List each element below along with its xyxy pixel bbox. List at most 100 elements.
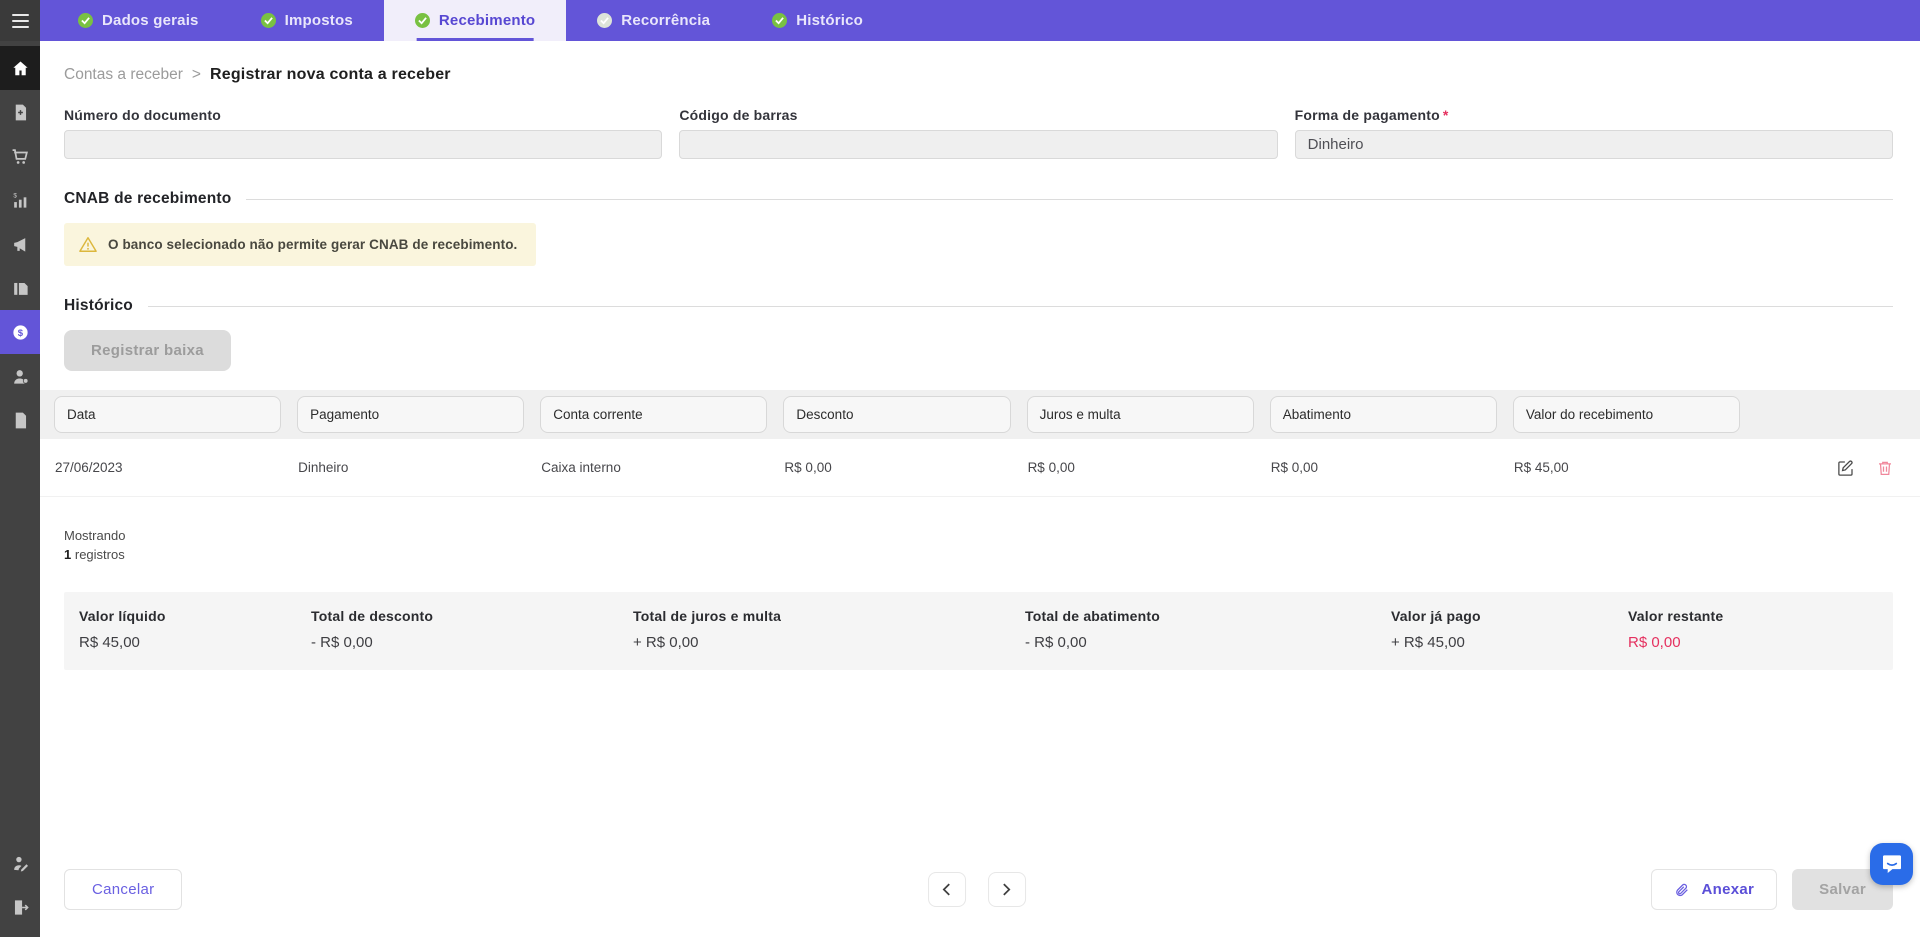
summary-value: - R$ 0,00 <box>1025 634 1381 651</box>
previous-page-button[interactable] <box>928 872 966 907</box>
registrar-baixa-button[interactable]: Registrar baixa <box>64 330 231 371</box>
check-circle-icon <box>415 13 430 28</box>
sidebar-spacer <box>0 442 40 841</box>
summary-total-desconto: Total de desconto - R$ 0,00 <box>311 608 633 651</box>
summary-value-restante: R$ 0,00 <box>1628 634 1873 651</box>
tab-historico[interactable]: Histórico <box>741 0 894 41</box>
top-tab-bar: Dados gerais Impostos Recebimento Recorr… <box>0 0 1920 41</box>
cnab-warning-banner: O banco selecionado não permite gerar CN… <box>64 223 536 266</box>
sidebar-item-reports[interactable] <box>0 266 40 310</box>
cell-data: 27/06/2023 <box>54 460 281 475</box>
documents-icon <box>11 279 30 298</box>
attach-button[interactable]: Anexar <box>1651 869 1777 910</box>
sidebar-item-profile-edit[interactable] <box>0 841 40 885</box>
hamburger-menu-button[interactable] <box>0 0 40 41</box>
column-header-desconto[interactable]: Desconto <box>783 396 1010 433</box>
sidebar-item-new-document[interactable] <box>0 90 40 134</box>
cell-juros-multa: R$ 0,00 <box>1027 460 1254 475</box>
tab-label: Impostos <box>285 12 353 29</box>
summary-total-abatimento: Total de abatimento - R$ 0,00 <box>1025 608 1391 651</box>
edit-pencil-icon <box>1837 459 1855 477</box>
historico-section-header: Histórico <box>64 297 1893 315</box>
totals-summary-bar: Valor líquido R$ 45,00 Total de desconto… <box>64 592 1893 670</box>
receipts-table: Data Pagamento Conta corrente Desconto J… <box>40 390 1920 497</box>
file-icon <box>11 411 30 430</box>
column-header-pagamento[interactable]: Pagamento <box>297 396 524 433</box>
delete-row-button[interactable] <box>1876 459 1894 477</box>
check-circle-icon <box>772 13 787 28</box>
sidebar-item-sales[interactable]: $ <box>0 178 40 222</box>
footer-action-bar: Cancelar Anexar Salvar <box>64 869 1893 910</box>
trash-icon <box>1876 459 1894 477</box>
file-plus-icon <box>11 103 30 122</box>
showing-label: Mostrando <box>64 527 1893 546</box>
column-header-valor-recebimento[interactable]: Valor do recebimento <box>1513 396 1740 433</box>
summary-value: - R$ 0,00 <box>311 634 623 651</box>
user-gear-icon <box>11 367 30 386</box>
main-content: Contas a receber > Registrar nova conta … <box>40 41 1920 937</box>
chat-bubble-icon <box>1880 852 1904 876</box>
cancel-button[interactable]: Cancelar <box>64 869 182 910</box>
forma-pagamento-input[interactable] <box>1295 130 1893 159</box>
codigo-barras-input[interactable] <box>679 130 1277 159</box>
summary-value: + R$ 45,00 <box>1391 634 1618 651</box>
edit-row-button[interactable] <box>1837 459 1855 477</box>
wizard-tabs: Dados gerais Impostos Recebimento Recorr… <box>47 0 894 41</box>
tab-label: Recorrência <box>621 12 710 29</box>
svg-text:$: $ <box>17 327 23 338</box>
tab-dados-gerais[interactable]: Dados gerais <box>47 0 230 41</box>
sidebar-item-logout[interactable] <box>0 885 40 929</box>
forma-pagamento-label: Forma de pagamento <box>1295 107 1440 123</box>
cart-icon <box>11 147 30 166</box>
sidebar-item-marketing[interactable] <box>0 222 40 266</box>
next-page-button[interactable] <box>988 872 1026 907</box>
summary-total-juros-multa: Total de juros e multa + R$ 0,00 <box>633 608 1025 651</box>
column-header-abatimento[interactable]: Abatimento <box>1270 396 1497 433</box>
row-actions <box>1756 459 1906 477</box>
column-header-juros-multa[interactable]: Juros e multa <box>1027 396 1254 433</box>
showing-count: 1 <box>64 547 71 562</box>
showing-suffix: registros <box>75 547 125 562</box>
sidebar-item-financial[interactable]: $ <box>0 310 40 354</box>
results-count: Mostrando 1 registros <box>64 527 1893 565</box>
cnab-section-title: CNAB de recebimento <box>64 190 231 208</box>
column-header-data[interactable]: Data <box>54 396 281 433</box>
summary-valor-ja-pago: Valor já pago + R$ 45,00 <box>1391 608 1628 651</box>
logout-icon <box>11 898 30 917</box>
paperclip-icon <box>1674 882 1690 898</box>
cell-desconto: R$ 0,00 <box>783 460 1010 475</box>
check-circle-icon <box>261 13 276 28</box>
summary-label: Valor restante <box>1628 608 1873 624</box>
summary-valor-liquido: Valor líquido R$ 45,00 <box>79 608 311 651</box>
breadcrumb-parent-link[interactable]: Contas a receber <box>64 66 183 84</box>
numero-documento-input[interactable] <box>64 130 662 159</box>
column-header-actions <box>1756 396 1906 433</box>
user-edit-icon <box>11 854 30 873</box>
summary-label: Valor líquido <box>79 608 301 624</box>
sidebar-item-home[interactable] <box>0 46 40 90</box>
historico-section-title: Histórico <box>64 297 133 315</box>
field-numero-documento: Número do documento <box>64 107 662 159</box>
sidebar-item-purchases[interactable] <box>0 134 40 178</box>
left-nav-sidebar: $ $ <box>0 41 40 937</box>
tab-impostos[interactable]: Impostos <box>230 0 384 41</box>
divider <box>246 199 1893 200</box>
summary-valor-restante: Valor restante R$ 0,00 <box>1628 608 1883 651</box>
tab-label: Recebimento <box>439 12 535 29</box>
tab-label: Dados gerais <box>102 12 199 29</box>
numero-documento-label: Número do documento <box>64 107 662 123</box>
pagination <box>928 872 1026 907</box>
sidebar-item-documents[interactable] <box>0 398 40 442</box>
summary-label: Total de juros e multa <box>633 608 1015 624</box>
sidebar-item-user-settings[interactable] <box>0 354 40 398</box>
divider <box>148 306 1893 307</box>
tab-recebimento[interactable]: Recebimento <box>384 0 566 41</box>
summary-label: Total de abatimento <box>1025 608 1381 624</box>
attach-button-label: Anexar <box>1701 881 1754 898</box>
sales-chart-icon: $ <box>11 191 30 210</box>
svg-text:$: $ <box>13 192 17 199</box>
column-header-conta-corrente[interactable]: Conta corrente <box>540 396 767 433</box>
breadcrumb-separator: > <box>192 66 201 84</box>
tab-recorrencia[interactable]: Recorrência <box>566 0 741 41</box>
chat-launcher-button[interactable] <box>1870 843 1913 885</box>
